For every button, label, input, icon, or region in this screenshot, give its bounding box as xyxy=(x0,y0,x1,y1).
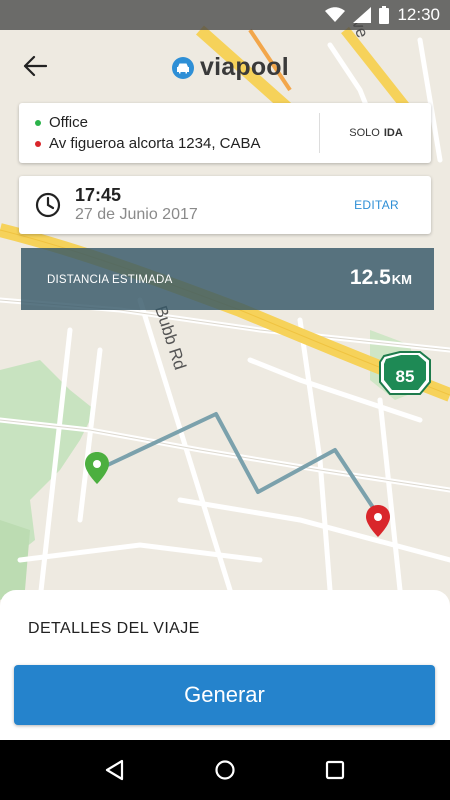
edit-button[interactable]: EDITAR xyxy=(354,198,399,212)
highway-shield: 85 xyxy=(379,351,431,395)
nav-back-button[interactable] xyxy=(95,750,135,790)
back-button[interactable] xyxy=(20,52,50,80)
highway-shield-number: 85 xyxy=(396,367,415,386)
system-nav-bar xyxy=(0,740,450,800)
brand-logo: viapool xyxy=(172,53,289,82)
schedule-card: 17:45 27 de Junio 2017 EDITAR xyxy=(19,176,431,234)
triangle-back-icon xyxy=(105,759,124,781)
destination-row[interactable]: Av figueroa alcorta 1234, CABA xyxy=(35,135,261,152)
origin-label: Office xyxy=(49,114,88,131)
departure-date: 27 de Junio 2017 xyxy=(75,206,198,223)
sheet-title: DETALLES DEL VIAJE xyxy=(28,620,200,637)
destination-label: Av figueroa alcorta 1234, CABA xyxy=(49,135,261,152)
destination-dot xyxy=(35,140,41,147)
distance-value: 12.5 xyxy=(349,266,391,289)
distance-unit: KM xyxy=(391,272,412,287)
status-bar: 12:30 xyxy=(0,0,450,30)
car-icon xyxy=(172,56,194,79)
nav-recents-button[interactable] xyxy=(315,750,355,790)
distance-label: DISTANCIA ESTIMADA xyxy=(47,274,173,286)
trip-mode-prefix: SOLO xyxy=(349,127,380,139)
app-screen: Bubb Rd ve 85 12:30 xyxy=(0,0,450,800)
status-time: 12:30 xyxy=(397,5,440,24)
brand-name: viapool xyxy=(200,53,289,81)
arrow-left-icon xyxy=(23,55,47,77)
trip-details-sheet: DETALLES DEL VIAJE Generar xyxy=(0,590,450,740)
divider xyxy=(319,113,320,153)
signal-icon xyxy=(353,7,372,23)
distance-banner: DISTANCIA ESTIMADA 12.5 KM xyxy=(21,248,434,310)
clock-icon xyxy=(35,192,61,218)
wifi-icon xyxy=(325,7,346,22)
origin-row[interactable]: Office xyxy=(35,114,88,131)
generate-button[interactable]: Generar xyxy=(14,665,435,725)
route-card: Office Av figueroa alcorta 1234, CABA SO… xyxy=(19,103,431,163)
trip-mode-toggle[interactable]: SOLO IDA xyxy=(321,103,431,163)
origin-dot xyxy=(35,119,41,126)
circle-home-icon xyxy=(215,760,235,780)
square-recents-icon xyxy=(325,760,345,780)
nav-home-button[interactable] xyxy=(205,750,245,790)
distance-value-wrapper: 12.5 KM xyxy=(350,266,412,290)
battery-icon xyxy=(379,6,390,24)
status-icons xyxy=(325,6,390,24)
departure-time: 17:45 xyxy=(75,185,122,205)
trip-mode-value: IDA xyxy=(383,127,403,139)
